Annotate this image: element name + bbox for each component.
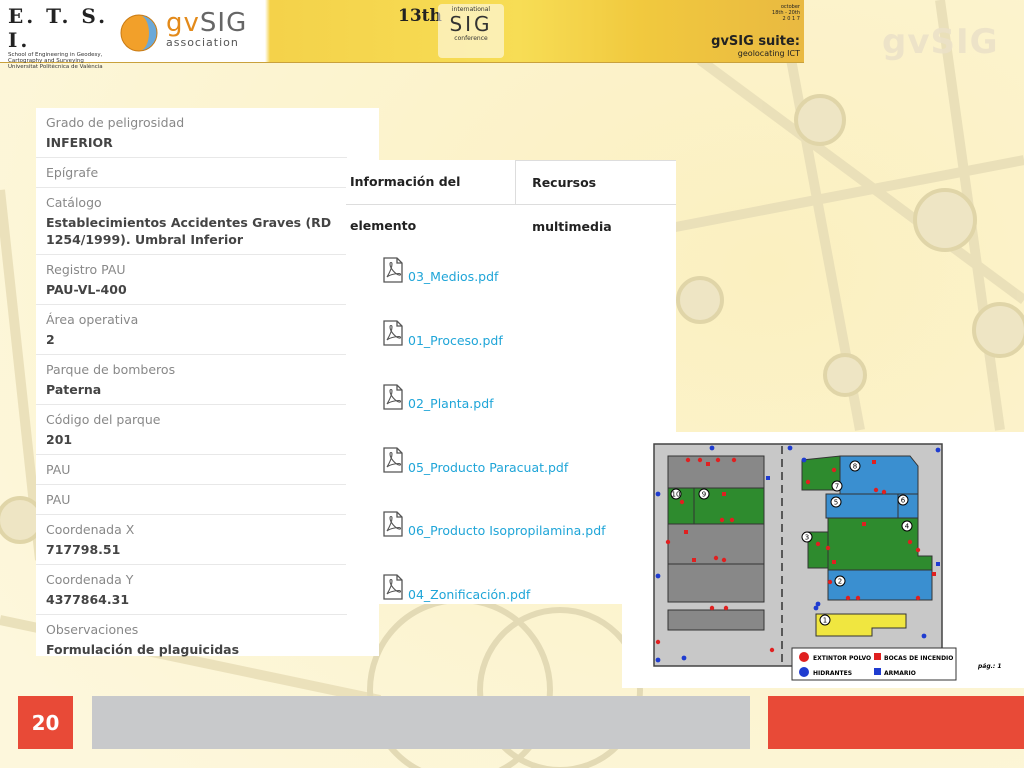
attr-row-observaciones: Observaciones Formulación de plaguicidas: [36, 615, 347, 664]
gvsig-association-logo: gvSIG association: [166, 8, 248, 49]
attr-row-grado: Grado de peligrosidad INFERIOR: [36, 108, 347, 158]
attr-value: 4377864.31: [46, 592, 130, 607]
legend-hidrantes-label: HIDRANTES: [813, 670, 852, 677]
zone-4: [827, 517, 933, 571]
legend-bocas-label: BOCAS DE INCENDIO: [884, 655, 953, 662]
pdf-file-icon[interactable]: [382, 447, 404, 473]
legend-bocas-icon: [874, 653, 881, 660]
attr-label: Coordenada X: [46, 522, 135, 537]
attr-row-registro-pau: Registro PAU PAU-VL-400: [36, 255, 347, 305]
attr-value: 201: [46, 432, 73, 447]
etsi-logo: E. T. S. I. School of Engineering in Geo…: [8, 4, 109, 70]
attr-row-coordenada-x: Coordenada X 717798.51: [36, 515, 347, 565]
site-plan-map: 10 9 7 8 5 6 4 3 2 1 EXTINTOR POLVO BOCA…: [622, 432, 1024, 688]
attr-label: Registro PAU: [46, 262, 126, 277]
legend-armario-label: ARMARIO: [884, 670, 916, 677]
attr-label: Observaciones: [46, 622, 139, 637]
file-item: 03_Medios.pdf: [346, 243, 676, 307]
file-item: 02_Planta.pdf: [346, 370, 676, 434]
svg-text:6: 6: [901, 497, 906, 505]
building-grey: [667, 609, 765, 631]
attr-value: Paterna: [46, 382, 102, 397]
attr-label: Grado de peligrosidad: [46, 115, 185, 130]
tab-bar: Información del elemento Recursos multim…: [346, 160, 676, 234]
footer-red-bar: [768, 696, 1024, 749]
pdf-file-icon[interactable]: [382, 257, 404, 283]
attr-row-pau-2: PAU: [36, 485, 347, 515]
page-label: pág.: 1: [977, 663, 1002, 670]
attr-label: PAU: [46, 492, 71, 507]
svg-text:8: 8: [853, 463, 857, 471]
conference-number: 13th: [398, 6, 442, 26]
gvsig-watermark-logo: gvSIG: [882, 22, 999, 62]
file-link-medios[interactable]: 03_Medios.pdf: [408, 269, 498, 284]
svg-text:3: 3: [805, 534, 809, 542]
svg-text:2: 2: [838, 578, 842, 586]
attr-value: 717798.51: [46, 542, 121, 557]
svg-text:7: 7: [835, 483, 839, 491]
tab-informacion-elemento[interactable]: Información del elemento: [346, 160, 517, 233]
svg-text:9: 9: [702, 491, 706, 499]
conference-banner: E. T. S. I. School of Engineering in Geo…: [0, 0, 804, 70]
pdf-file-icon[interactable]: [382, 384, 404, 410]
conference-logo: international SIG conference: [438, 4, 504, 58]
attr-value: INFERIOR: [46, 135, 113, 150]
attr-row-pau-1: PAU: [36, 455, 347, 485]
file-link-proceso[interactable]: 01_Proceso.pdf: [408, 333, 503, 348]
pdf-file-icon[interactable]: [382, 511, 404, 537]
svg-text:4: 4: [905, 523, 910, 531]
file-link-paracuat[interactable]: 05_Producto Paracuat.pdf: [408, 460, 568, 475]
suite-tagline: october 18th - 20th 2 0 1 7 gvSIG suite:…: [711, 4, 800, 58]
tab-recursos-multimedia[interactable]: Recursos multimedia: [516, 160, 676, 234]
pdf-file-icon[interactable]: [382, 574, 404, 600]
legend-extintor-icon: [799, 652, 809, 662]
attr-label: Área operativa: [46, 312, 139, 327]
file-link-isopropilamina[interactable]: 06_Producto Isopropilamina.pdf: [408, 523, 606, 538]
attr-value: Establecimientos Accidentes Graves (RD 1…: [46, 215, 332, 247]
building-grey: [667, 563, 765, 603]
attr-row-area-operativa: Área operativa 2: [36, 305, 347, 355]
attr-row-coordenada-y: Coordenada Y 4377864.31: [36, 565, 347, 615]
attr-label: Epígrafe: [46, 165, 99, 180]
file-link-zonificacion[interactable]: 04_Zonificación.pdf: [408, 587, 530, 602]
attr-label: Parque de bomberos: [46, 362, 176, 377]
legend-hidrantes-icon: [799, 667, 809, 677]
attr-label: Código del parque: [46, 412, 161, 427]
attr-value: 2: [46, 332, 55, 347]
attribute-panel: Grado de peligrosidad INFERIOR Epígrafe …: [36, 108, 379, 657]
attr-row-parque-bomberos: Parque de bomberos Paterna: [36, 355, 347, 405]
legend-armario-icon: [874, 668, 881, 675]
svg-text:1: 1: [823, 617, 827, 625]
attr-row-catalogo: Catálogo Establecimientos Accidentes Gra…: [36, 188, 347, 255]
attr-row-codigo-parque: Código del parque 201: [36, 405, 347, 455]
file-link-planta[interactable]: 02_Planta.pdf: [408, 396, 494, 411]
attr-value: Formulación de plaguicidas: [46, 642, 240, 657]
attr-value: PAU-VL-400: [46, 282, 127, 297]
attr-label: Catálogo: [46, 195, 102, 210]
svg-text:10: 10: [672, 491, 681, 499]
legend-extintor-label: EXTINTOR POLVO: [813, 655, 871, 662]
attr-label: Coordenada Y: [46, 572, 134, 587]
attr-label: PAU: [46, 462, 71, 477]
file-item: 01_Proceso.pdf: [346, 307, 676, 371]
attr-row-epigrafe: Epígrafe: [36, 158, 347, 188]
slide-number: 20: [18, 696, 73, 749]
pdf-file-icon[interactable]: [382, 320, 404, 346]
svg-text:5: 5: [834, 499, 838, 507]
gvsig-globe-icon: [120, 14, 158, 52]
footer-grey-bar: [92, 696, 750, 749]
